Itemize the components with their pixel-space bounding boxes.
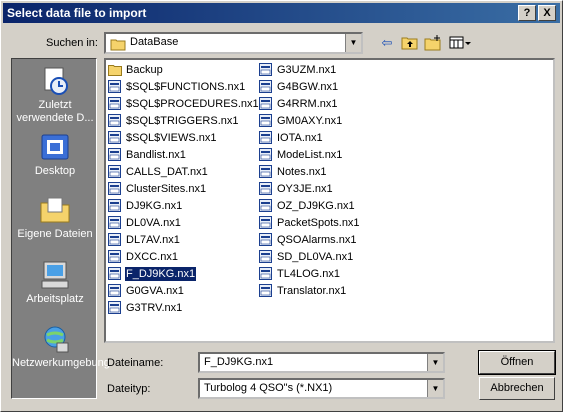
place-recent-label: Zuletzt verwendete D... (16, 99, 94, 124)
my-documents-icon (40, 197, 70, 223)
nx1-file-icon (259, 80, 272, 93)
place-network[interactable]: Netzwerkumgebung (12, 323, 110, 370)
nx1-file-icon (259, 165, 272, 178)
file-name: G4BGW.nx1 (277, 81, 339, 93)
place-my-computer[interactable]: Arbeitsplatz (12, 259, 98, 306)
nx1-file-icon (259, 63, 272, 76)
file-name: $SQL$VIEWS.nx1 (126, 132, 217, 144)
nx1-file-icon (259, 250, 272, 263)
recent-icon (44, 67, 68, 95)
nx1-file-icon (259, 267, 272, 280)
nx1-file-icon (108, 165, 121, 178)
file-name: Backup (126, 64, 163, 76)
file-name: GM0AXY.nx1 (277, 115, 343, 127)
file-name: OY3JE.nx1 (277, 183, 333, 195)
nx1-file-icon (108, 114, 121, 127)
file-name: F_DJ9KG.nx1 (123, 266, 198, 282)
file-name: ClusterSites.nx1 (126, 183, 207, 195)
nx1-file-icon (259, 148, 272, 161)
place-my-documents[interactable]: Eigene Dateien (12, 194, 98, 241)
file-list[interactable]: Backup $SQL$FUNCTIONS.nx1 $SQL$PROCEDURES.… (104, 58, 555, 343)
filename-value: F_DJ9KG.nx1 (204, 356, 274, 368)
file-name: DJ9KG.nx1 (126, 200, 183, 212)
filetype-label: Dateityp: (107, 383, 151, 395)
filename-input[interactable]: F_DJ9KG.nx1 ▼ (198, 352, 445, 373)
place-desktop-label: Desktop (34, 165, 76, 177)
title-bar[interactable]: Select data file to import ? X (3, 3, 560, 23)
folder-icon (110, 39, 126, 51)
up-folder-icon[interactable] (400, 33, 420, 53)
nx1-file-icon (108, 284, 121, 297)
nx1-file-icon (259, 199, 272, 212)
file-name: Bandlist.nx1 (126, 149, 186, 161)
look-in-value: DataBase (130, 36, 179, 48)
file-name: DXCC.nx1 (126, 251, 178, 263)
file-name: ModeList.nx1 (277, 149, 343, 161)
file-name: CALLS_DAT.nx1 (126, 166, 208, 178)
file-name: G3UZM.nx1 (277, 64, 337, 76)
nx1-file-icon (108, 80, 121, 93)
new-folder-icon[interactable] (423, 33, 443, 53)
back-arrow-icon[interactable]: ⇦ (377, 33, 397, 53)
help-button[interactable]: ? (518, 5, 536, 21)
chevron-down-icon[interactable]: ▼ (427, 380, 443, 397)
places-bar: Zuletzt verwendete D... Desktop Eigene D… (11, 58, 110, 399)
dialog-title: Select data file to import (7, 6, 147, 20)
nx1-file-icon (259, 284, 272, 297)
nx1-file-icon (108, 131, 121, 144)
file-name: $SQL$TRIGGERS.nx1 (126, 115, 239, 127)
file-name: OZ_DJ9KG.nx1 (277, 200, 355, 212)
nx1-file-icon (108, 216, 121, 229)
close-button[interactable]: X (538, 5, 556, 21)
look-in-combo[interactable]: DataBase ▼ (104, 32, 363, 54)
place-my-documents-label: Eigene Dateien (17, 228, 93, 240)
place-network-label: Netzwerkumgebung (12, 357, 110, 369)
nx1-file-icon (259, 97, 272, 110)
nx1-file-icon (108, 182, 121, 195)
nx1-file-icon (108, 250, 121, 263)
folder-icon (108, 63, 122, 76)
place-recent[interactable]: Zuletzt verwendete D... (12, 65, 98, 125)
filetype-value: Turbolog 4 QSO"s (*.NX1) (204, 382, 333, 394)
file-name: DL7AV.nx1 (126, 234, 180, 246)
view-menu-icon[interactable] (448, 33, 472, 53)
filename-label: Dateiname: (107, 357, 164, 369)
my-computer-icon (41, 261, 69, 289)
nx1-file-icon (259, 216, 272, 229)
chevron-down-icon[interactable]: ▼ (345, 34, 361, 52)
file-name: G0GVA.nx1 (126, 285, 184, 297)
nx1-file-icon (108, 267, 121, 280)
file-name: QSOAlarms.nx1 (277, 234, 357, 246)
file-dialog: Select data file to import ? X Suchen in… (0, 0, 563, 412)
open-button[interactable]: Öffnen (478, 350, 556, 375)
nx1-file-icon (259, 182, 272, 195)
file-name: $SQL$PROCEDURES.nx1 (126, 98, 259, 110)
file-name: IOTA.nx1 (277, 132, 323, 144)
filetype-select[interactable]: Turbolog 4 QSO"s (*.NX1) ▼ (198, 378, 445, 399)
nx1-file-icon (108, 301, 121, 314)
nx1-file-icon (259, 114, 272, 127)
look-in-label: Suchen in: (46, 37, 98, 49)
file-name: TL4LOG.nx1 (277, 268, 340, 280)
network-icon (44, 326, 69, 353)
cancel-button[interactable]: Abbrechen (479, 377, 555, 400)
file-name: G4RRM.nx1 (277, 98, 338, 110)
nx1-file-icon (108, 148, 121, 161)
chevron-down-icon[interactable]: ▼ (427, 354, 443, 371)
nx1-file-icon (259, 233, 272, 246)
file-name: $SQL$FUNCTIONS.nx1 (126, 81, 246, 93)
place-my-computer-label: Arbeitsplatz (26, 293, 84, 305)
nx1-file-icon (108, 233, 121, 246)
nx1-file-icon (108, 97, 121, 110)
file-name: Translator.nx1 (277, 285, 347, 297)
file-name: SD_DL0VA.nx1 (277, 251, 354, 263)
place-desktop[interactable]: Desktop (12, 131, 98, 178)
file-name: G3TRV.nx1 (126, 302, 183, 314)
nx1-file-icon (259, 131, 272, 144)
file-name: DL0VA.nx1 (126, 217, 181, 229)
nx1-file-icon (108, 199, 121, 212)
desktop-icon (41, 134, 69, 160)
file-name: Notes.nx1 (277, 166, 327, 178)
file-name: PacketSpots.nx1 (277, 217, 360, 229)
